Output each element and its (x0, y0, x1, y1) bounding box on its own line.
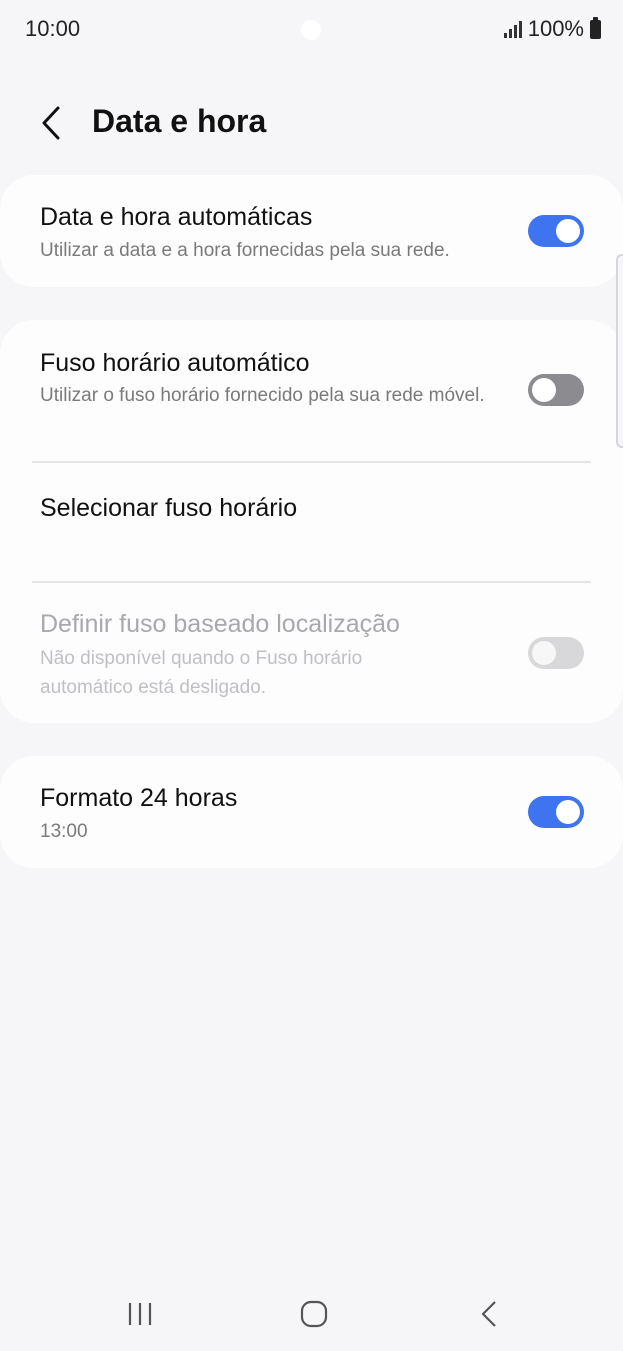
signal-icon (503, 20, 522, 38)
format-24h-title: Formato 24 horas (40, 784, 238, 812)
location-timezone-row: Definir fuso baseado localização Não dis… (0, 583, 623, 723)
app-bar: Data e hora (0, 95, 623, 155)
back-button[interactable] (30, 101, 74, 145)
select-timezone-title: Selecionar fuso horário (40, 494, 298, 522)
scroll-indicator[interactable] (616, 254, 623, 448)
toggle-knob (532, 641, 556, 665)
recent-apps-button[interactable] (115, 1294, 165, 1334)
home-button[interactable] (289, 1294, 339, 1334)
recent-apps-icon (128, 1303, 152, 1325)
status-bar: 10:00 100% (0, 0, 623, 60)
toggle-knob (556, 800, 580, 824)
status-icons: 100% (503, 16, 601, 42)
auto-timezone-subtitle: Utilizar o fuso horário fornecido pela s… (40, 385, 485, 406)
format-24h-toggle[interactable] (528, 796, 584, 828)
location-timezone-toggle (528, 637, 584, 669)
camera-cutout (301, 20, 321, 40)
battery-percent: 100% (527, 16, 584, 41)
auto-datetime-row[interactable]: Data e hora automáticas Utilizar a data … (0, 175, 623, 287)
location-timezone-title: Definir fuso baseado localização (40, 610, 400, 638)
format-24h-row[interactable]: Formato 24 horas 13:00 (0, 756, 623, 868)
page-title: Data e hora (92, 103, 267, 139)
auto-datetime-subtitle: Utilizar a data e a hora fornecidas pela… (40, 240, 450, 261)
auto-timezone-toggle[interactable] (528, 374, 584, 406)
navigation-bar (0, 1280, 623, 1350)
status-time: 10:00 (25, 16, 81, 41)
format-24h-card: Formato 24 horas 13:00 (0, 756, 623, 868)
auto-datetime-title: Data e hora automáticas (40, 203, 313, 231)
auto-datetime-card: Data e hora automáticas Utilizar a data … (0, 175, 623, 287)
toggle-knob (532, 378, 556, 402)
chevron-left-icon (42, 106, 60, 140)
format-24h-subtitle: 13:00 (40, 821, 88, 842)
toggle-knob (556, 219, 580, 243)
auto-datetime-toggle[interactable] (528, 215, 584, 247)
location-timezone-subtitle: Não disponível quando o Fuso horário aut… (40, 648, 363, 698)
select-timezone-row[interactable]: Selecionar fuso horário (0, 463, 623, 581)
home-icon (300, 1300, 328, 1328)
battery-icon (590, 16, 601, 39)
back-icon (481, 1301, 496, 1327)
nav-back-button[interactable] (464, 1294, 514, 1334)
auto-timezone-title: Fuso horário automático (40, 349, 310, 377)
auto-timezone-row[interactable]: Fuso horário automático Utilizar o fuso … (0, 320, 623, 462)
timezone-card: Fuso horário automático Utilizar o fuso … (0, 320, 623, 723)
